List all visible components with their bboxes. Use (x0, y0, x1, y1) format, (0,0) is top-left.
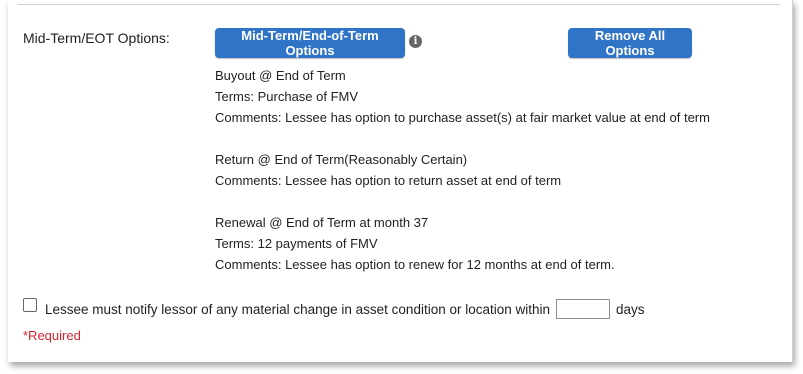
options-list: Buyout @ End of Term Terms: Purchase of … (215, 65, 710, 296)
option-comments: Comments: Lessee has option to purchase … (215, 110, 710, 125)
options-panel: Mid-Term/EOT Options: Mid-Term/End-of-Te… (8, 0, 793, 362)
notify-row: Lessee must notify lessor of any materia… (23, 298, 645, 319)
option-buyout: Buyout @ End of Term Terms: Purchase of … (215, 65, 710, 128)
option-comments: Comments: Lessee has option to return as… (215, 173, 562, 188)
required-indicator: *Required (23, 328, 81, 343)
info-icon[interactable]: i (409, 35, 422, 48)
notify-label: Lessee must notify lessor of any materia… (45, 301, 551, 317)
divider (18, 4, 780, 5)
option-renewal: Renewal @ End of Term at month 37 Terms:… (215, 212, 710, 275)
days-label: days (616, 301, 645, 317)
notify-checkbox[interactable] (23, 298, 37, 312)
option-return: Return @ End of Term(Reasonably Certain)… (215, 149, 710, 191)
option-title: Renewal @ End of Term at month 37 (215, 215, 429, 230)
remove-all-options-button[interactable]: Remove All Options (568, 28, 692, 58)
option-title: Buyout @ End of Term (215, 68, 346, 83)
option-comments: Comments: Lessee has option to renew for… (215, 257, 615, 272)
option-terms: Terms: 12 payments of FMV (215, 236, 378, 251)
mid-term-eot-options-button[interactable]: Mid-Term/End-of-Term Options (215, 28, 405, 58)
option-title: Return @ End of Term(Reasonably Certain) (215, 152, 468, 167)
section-label: Mid-Term/EOT Options: (23, 30, 170, 46)
days-input[interactable] (556, 299, 611, 319)
option-terms: Terms: Purchase of FMV (215, 89, 359, 104)
